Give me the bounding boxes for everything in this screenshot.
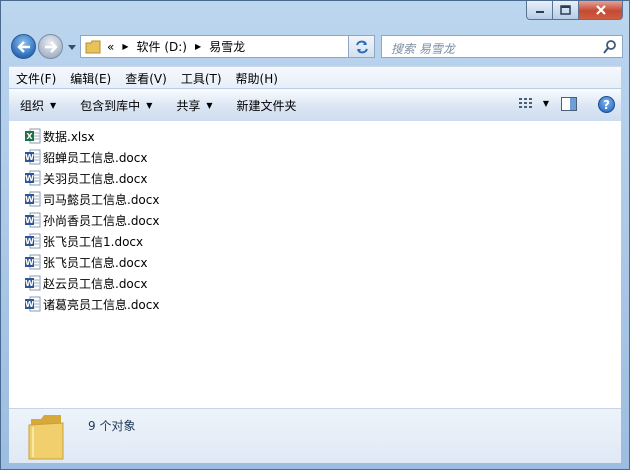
- svg-text:W: W: [25, 153, 34, 162]
- breadcrumb-overflow[interactable]: «: [107, 40, 114, 54]
- explorer-window: « ▶ 软件 (D:) ▶ 易雪龙 搜索 易雪龙 文件(F) 编辑(E) 查看(…: [0, 0, 630, 470]
- file-name: 孙尚香员工信息.docx: [43, 213, 160, 228]
- svg-text:W: W: [25, 216, 34, 225]
- view-list-icon: [518, 98, 532, 108]
- file-item[interactable]: W 赵云员工信息.docx: [25, 273, 147, 293]
- file-name: 司马懿员工信息.docx: [43, 192, 160, 207]
- file-item[interactable]: W 司马懿员工信息.docx: [25, 189, 159, 209]
- search-input[interactable]: 搜索 易雪龙: [381, 35, 623, 58]
- svg-text:W: W: [25, 258, 34, 267]
- menu-file[interactable]: 文件(F): [9, 70, 63, 87]
- refresh-button[interactable]: [348, 35, 375, 58]
- breadcrumb-folder[interactable]: 易雪龙: [209, 38, 245, 55]
- file-name: 诸葛亮员工信息.docx: [43, 297, 160, 312]
- address-bar[interactable]: « ▶ 软件 (D:) ▶ 易雪龙: [80, 35, 374, 58]
- share-button[interactable]: 共享 ▼: [176, 97, 212, 114]
- folder-icon: [28, 415, 64, 460]
- search-placeholder: 搜索 易雪龙: [391, 42, 455, 56]
- folder-icon: [85, 40, 101, 53]
- preview-pane-icon: [561, 97, 577, 111]
- file-item[interactable]: W 孙尚香员工信息.docx: [25, 210, 159, 230]
- menu-tools[interactable]: 工具(T): [174, 70, 229, 87]
- recent-pages-dropdown[interactable]: [67, 43, 76, 51]
- svg-text:W: W: [25, 300, 34, 309]
- file-name: 赵云员工信息.docx: [43, 276, 148, 291]
- new-folder-label: 新建文件夹: [236, 98, 297, 113]
- details-pane: 9 个对象: [9, 409, 621, 463]
- file-name: 张飞员工信1.docx: [43, 234, 144, 249]
- chevron-down-icon: ▼: [542, 98, 549, 108]
- include-label: 包含到库中: [80, 98, 141, 113]
- file-name: 数据.xlsx: [43, 129, 95, 144]
- maximize-icon: [560, 5, 571, 15]
- file-name: 张飞员工信息.docx: [43, 255, 148, 270]
- file-name: 貂蝉员工信息.docx: [43, 150, 148, 165]
- svg-text:W: W: [25, 237, 34, 246]
- preview-pane-button[interactable]: [561, 97, 577, 114]
- minimize-icon: [535, 11, 544, 13]
- file-item[interactable]: W 张飞员工信息.docx: [25, 252, 147, 272]
- menu-view[interactable]: 查看(V): [118, 70, 174, 87]
- file-item[interactable]: W 貂蝉员工信息.docx: [25, 147, 147, 167]
- breadcrumb-separator-icon: ▶: [122, 42, 129, 51]
- maximize-button[interactable]: [553, 1, 579, 20]
- back-button[interactable]: [11, 34, 36, 59]
- help-button[interactable]: ?: [598, 96, 615, 113]
- svg-text:W: W: [25, 279, 34, 288]
- navigation-bar: « ▶ 软件 (D:) ▶ 易雪龙 搜索 易雪龙: [9, 34, 623, 61]
- file-item[interactable]: X 数据.xlsx: [25, 126, 95, 146]
- chevron-down-icon: ▼: [146, 100, 153, 110]
- word-file-icon: W: [25, 254, 41, 270]
- word-file-icon: W: [25, 170, 41, 186]
- caption-buttons: [526, 1, 623, 20]
- word-file-icon: W: [25, 233, 41, 249]
- svg-text:X: X: [26, 132, 33, 141]
- file-name: 关羽员工信息.docx: [43, 171, 148, 186]
- include-in-library-button[interactable]: 包含到库中 ▼: [80, 97, 152, 114]
- word-file-icon: W: [25, 191, 41, 207]
- command-bar: 组织 ▼ 包含到库中 ▼ 共享 ▼ 新建文件夹 ▼ ?: [9, 88, 621, 122]
- chevron-down-icon: ▼: [206, 100, 213, 110]
- file-item[interactable]: W 关羽员工信息.docx: [25, 168, 147, 188]
- file-item[interactable]: W 张飞员工信1.docx: [25, 231, 143, 251]
- word-file-icon: W: [25, 149, 41, 165]
- svg-text:W: W: [25, 174, 34, 183]
- svg-text:W: W: [25, 195, 34, 204]
- refresh-icon: [355, 40, 368, 53]
- chevron-down-icon: [67, 44, 76, 50]
- menu-bar: 文件(F) 编辑(E) 查看(V) 工具(T) 帮助(H): [9, 66, 621, 89]
- change-view-button[interactable]: ▼: [518, 97, 549, 109]
- new-folder-button[interactable]: 新建文件夹: [237, 97, 297, 114]
- excel-file-icon: X: [25, 128, 41, 144]
- close-button[interactable]: [579, 1, 623, 20]
- chevron-down-icon: ▼: [50, 100, 57, 110]
- minimize-button[interactable]: [526, 1, 553, 20]
- close-icon: [595, 5, 606, 15]
- breadcrumb: « ▶ 软件 (D:) ▶ 易雪龙: [107, 38, 245, 55]
- share-label: 共享: [176, 98, 201, 113]
- word-file-icon: W: [25, 275, 41, 291]
- breadcrumb-separator-icon: ▶: [194, 42, 202, 51]
- menu-edit[interactable]: 编辑(E): [63, 70, 118, 87]
- file-list[interactable]: X 数据.xlsx W 貂蝉员工信息.docx W 关羽员工信息.docx W 司马懿员工信息…: [9, 121, 621, 409]
- organize-button[interactable]: 组织 ▼: [20, 97, 56, 114]
- item-count: 9 个对象: [88, 419, 136, 433]
- word-file-icon: W: [25, 212, 41, 228]
- forward-button[interactable]: [38, 34, 63, 59]
- menu-help[interactable]: 帮助(H): [229, 70, 285, 87]
- organize-label: 组织: [20, 98, 45, 113]
- word-file-icon: W: [25, 296, 41, 312]
- breadcrumb-drive[interactable]: 软件 (D:): [137, 38, 187, 55]
- arrow-right-icon: [44, 40, 58, 53]
- arrow-left-icon: [16, 40, 30, 53]
- search-icon: [603, 40, 616, 54]
- file-item[interactable]: W 诸葛亮员工信息.docx: [25, 294, 159, 314]
